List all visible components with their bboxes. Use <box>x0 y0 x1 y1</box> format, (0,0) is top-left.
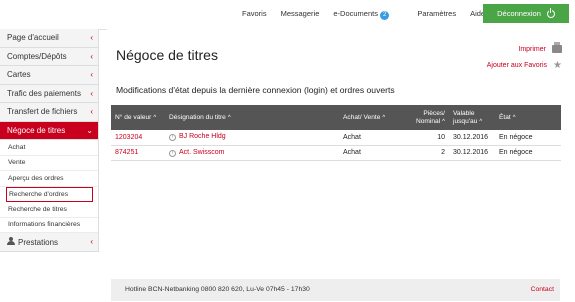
chevron-left-icon: ‹ <box>90 88 93 98</box>
col-label: Pièces/ Nominal <box>415 109 445 125</box>
designation-text: Act. Swisscom <box>179 148 225 156</box>
col-label: N° de valeur <box>115 113 152 121</box>
sidebar-item-accueil[interactable]: Page d'accueil ‹ <box>0 29 99 48</box>
table-header-row: N° de valeur ^ Désignation du titre ^ Acha… <box>111 105 561 130</box>
submenu-item-achat[interactable]: Achat <box>0 140 98 156</box>
favoris-link[interactable]: Favoris <box>242 9 267 20</box>
sidebar-item-cartes[interactable]: Cartes ‹ <box>0 66 99 85</box>
cell-achat-vente: Achat <box>339 130 393 146</box>
star-icon: ★ <box>553 59 562 71</box>
sort-up-icon: ^ <box>153 114 157 121</box>
cell-etat: En négoce <box>495 145 561 161</box>
cell-designation[interactable]: i BJ Roche Hldg <box>165 130 339 146</box>
col-etat[interactable]: État ^ <box>495 105 561 130</box>
main-content: Négoce de titres Imprimer Ajouter aux Fa… <box>107 29 575 302</box>
submenu-item-infos[interactable]: Informations financières <box>0 218 98 233</box>
chevron-left-icon: ‹ <box>90 237 93 247</box>
print-link[interactable]: Imprimer <box>487 41 562 57</box>
section-subtitle: Modifications d'état depuis la dernière … <box>116 85 395 95</box>
info-icon[interactable]: i <box>169 134 176 142</box>
submenu-item-vente[interactable]: Vente <box>0 156 98 171</box>
page-actions: Imprimer Ajouter aux Favoris ★ <box>487 41 562 73</box>
chevron-down-icon: ⌄ <box>86 125 93 135</box>
col-no-valeur[interactable]: N° de valeur ^ <box>111 105 165 130</box>
table-row: 874251 i Act. Swisscom Achat 2 30.12.2016… <box>111 145 561 161</box>
sidebar-item-label: Page d'accueil <box>7 33 59 43</box>
sort-up-icon: ^ <box>512 114 516 121</box>
logout-label: Déconnexion <box>497 9 541 18</box>
edocuments-badge: 2 <box>379 11 390 20</box>
logout-button[interactable]: Déconnexion <box>483 4 569 23</box>
sidebar-item-comptes[interactable]: Comptes/Dépôts ‹ <box>0 47 99 66</box>
print-label: Imprimer <box>518 45 546 53</box>
sidebar-submenu: Achat Vente Aperçu des ordres Recherche … <box>0 140 99 233</box>
cell-pieces: 2 <box>393 145 449 161</box>
hotline-text: Hotline BCN-Netbanking 0800 820 620, Lu-… <box>125 286 310 293</box>
sort-up-icon: ^ <box>479 118 483 125</box>
contact-link[interactable]: Contact <box>531 286 554 293</box>
sidebar-item-label: Transfert de fichiers <box>7 107 78 117</box>
submenu-item-recherche-titres[interactable]: Recherche de titres <box>0 202 98 218</box>
sidebar-item-label: Prestations <box>18 237 59 247</box>
edocuments-label: e-Documents <box>333 9 378 18</box>
cell-no-valeur[interactable]: 1203204 <box>111 130 165 146</box>
sidebar-item-label-wrap: Prestations <box>7 236 59 247</box>
person-icon <box>7 236 15 245</box>
sort-up-icon: ^ <box>382 114 386 121</box>
sidebar-item-label: Comptes/Dépôts <box>7 51 67 61</box>
col-label: État <box>499 113 511 121</box>
sort-up-icon: ^ <box>442 118 445 125</box>
col-label: Valable jusqu'au <box>453 109 478 125</box>
cell-no-valeur[interactable]: 874251 <box>111 145 165 161</box>
orders-table: N° de valeur ^ Désignation du titre ^ Acha… <box>111 105 561 161</box>
chevron-left-icon: ‹ <box>90 51 93 61</box>
add-favorite-link[interactable]: Ajouter aux Favoris ★ <box>487 57 562 73</box>
top-nav: Favoris Messagerie e-Documents 2 Paramètr… <box>242 9 499 20</box>
info-icon[interactable]: i <box>169 149 176 157</box>
power-icon <box>546 7 555 18</box>
add-favorite-label: Ajouter aux Favoris <box>486 61 548 69</box>
cell-etat: En négoce <box>495 130 561 146</box>
page-title: Négoce de titres <box>116 47 218 63</box>
sidebar-item-label: Trafic des paiements <box>7 88 81 98</box>
printer-icon <box>552 42 562 53</box>
sidebar-item-label: Négoce de titres <box>7 125 66 135</box>
parametres-link[interactable]: Paramètres <box>417 9 456 20</box>
col-label: Achat/ Vente <box>343 113 381 121</box>
col-label: Désignation du titre <box>169 113 226 121</box>
sidebar-item-label: Cartes <box>7 70 31 80</box>
chevron-left-icon: ‹ <box>90 33 93 43</box>
cell-valable: 30.12.2016 <box>449 145 495 161</box>
chevron-left-icon: ‹ <box>90 70 93 80</box>
cell-valable: 30.12.2016 <box>449 130 495 146</box>
sort-up-icon: ^ <box>227 114 231 121</box>
chevron-left-icon: ‹ <box>90 107 93 117</box>
col-achat-vente[interactable]: Achat/ Vente ^ <box>339 105 393 130</box>
col-pieces[interactable]: Pièces/ Nominal ^ <box>393 105 449 130</box>
submenu-item-apercu[interactable]: Aperçu des ordres <box>0 171 98 187</box>
sidebar-item-prestations[interactable]: Prestations ‹ <box>0 233 99 252</box>
cell-achat-vente: Achat <box>339 145 393 161</box>
table-row: 1203204 i BJ Roche Hldg Achat 10 30.12.20… <box>111 130 561 146</box>
submenu-item-recherche-ordres[interactable]: Recherche d'ordres <box>6 186 93 202</box>
col-valable[interactable]: Valable jusqu'au ^ <box>449 105 495 130</box>
footer: Hotline BCN-Netbanking 0800 820 620, Lu-… <box>111 279 560 301</box>
sidebar-item-paiements[interactable]: Trafic des paiements ‹ <box>0 84 99 103</box>
cell-pieces: 10 <box>393 130 449 146</box>
sidebar-item-negoce[interactable]: Négoce de titres ⌄ <box>0 121 99 140</box>
sidebar: Page d'accueil ‹ Comptes/Dépôts ‹ Cartes ‹ … <box>0 29 99 252</box>
designation-text: BJ Roche Hldg <box>179 133 226 141</box>
top-bar: Favoris Messagerie e-Documents 2 Paramètr… <box>0 0 575 30</box>
messagerie-link[interactable]: Messagerie <box>281 9 320 20</box>
col-designation[interactable]: Désignation du titre ^ <box>165 105 339 130</box>
sidebar-item-fichiers[interactable]: Transfert de fichiers ‹ <box>0 103 99 122</box>
cell-designation[interactable]: i Act. Swisscom <box>165 145 339 161</box>
edocuments-link[interactable]: e-Documents 2 <box>333 9 403 20</box>
